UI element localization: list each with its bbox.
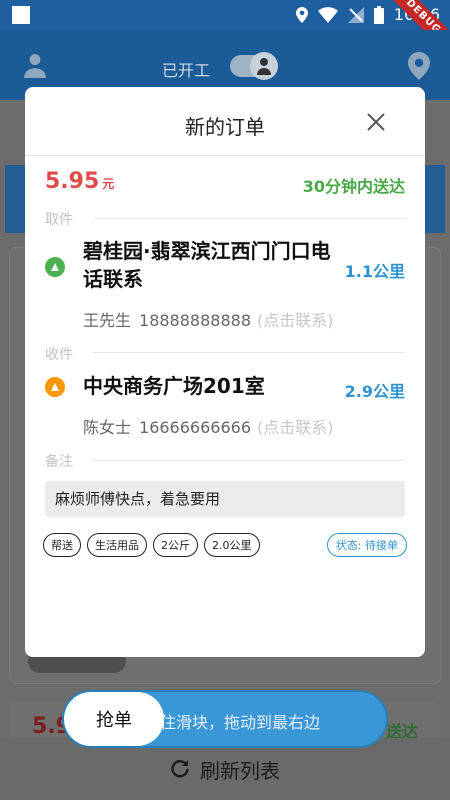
- price-value: 5.95: [45, 169, 100, 194]
- pickup-contact[interactable]: 王先生 18888888888 (点击联系): [83, 307, 334, 331]
- divider: [93, 218, 405, 219]
- work-status-label: 已开工: [162, 61, 211, 80]
- wifi-icon: [317, 6, 338, 23]
- tag-weight: 2公斤: [153, 533, 198, 557]
- divider: [25, 155, 425, 156]
- grab-order-slider[interactable]: 住滑块，拖动到最右边 抢单: [62, 690, 388, 748]
- toggle-knob: [250, 52, 278, 80]
- status-bar: 10:46 DEBUG: [0, 0, 450, 63]
- refresh-label: 刷新列表: [200, 758, 280, 783]
- pickup-contact-hint[interactable]: (点击联系): [257, 311, 334, 330]
- delivery-address: 中央商务广场201室: [83, 374, 265, 398]
- refresh-icon: [171, 760, 189, 778]
- order-tags: 帮送 生活用品 2公斤 2.0公里: [43, 533, 260, 557]
- delivery-distance: 2.9公里: [344, 382, 405, 401]
- slider-hint: 住滑块，拖动到最右边: [160, 713, 321, 732]
- note-section-label: 备注: [45, 454, 73, 470]
- price-unit: 元: [102, 177, 115, 191]
- delivery-contact-hint[interactable]: (点击联系): [257, 418, 334, 437]
- pickup-section-label: 取件: [45, 212, 73, 228]
- pickup-phone[interactable]: 18888888888: [139, 311, 251, 330]
- arrow-up-icon: [51, 383, 59, 391]
- order-price: 5.95 元: [45, 169, 114, 194]
- delivery-eta: 30分钟内送达: [302, 177, 405, 196]
- close-icon[interactable]: [365, 111, 387, 133]
- location-status-icon: [295, 6, 308, 23]
- delivery-section-label: 收件: [45, 347, 73, 363]
- slider-handle-label: 抢单: [96, 710, 132, 731]
- work-status-toggle[interactable]: [230, 52, 278, 80]
- order-status-badge: 状态: 待接单: [326, 533, 407, 557]
- pickup-name: 王先生: [83, 311, 132, 330]
- order-note: 麻烦师傅快点，着急要用: [45, 481, 405, 517]
- delivery-name: 陈女士: [83, 418, 132, 437]
- delivery-marker-icon: [45, 377, 65, 397]
- location-icon[interactable]: [408, 52, 430, 80]
- pickup-distance: 1.1公里: [344, 262, 405, 281]
- delivery-contact[interactable]: 陈女士 16666666666 (点击联系): [83, 414, 334, 438]
- divider: [93, 460, 405, 461]
- tag-service: 帮送: [43, 533, 81, 557]
- delivery-phone[interactable]: 16666666666: [139, 418, 251, 437]
- tag-category: 生活用品: [87, 533, 147, 557]
- new-order-dialog: 新的订单 5.95 元 30分钟内送达 取件 碧桂园·翡翠滨江西门门口电话联系 1…: [25, 87, 425, 657]
- user-icon[interactable]: [22, 52, 48, 78]
- pickup-marker-icon: [45, 257, 65, 277]
- signal-icon: [347, 6, 364, 23]
- divider: [93, 352, 405, 353]
- courier-icon: [257, 58, 271, 75]
- slider-handle[interactable]: 抢单: [64, 692, 164, 746]
- arrow-up-icon: [51, 263, 59, 271]
- pickup-address: 碧桂园·翡翠滨江西门门口电话联系: [83, 239, 331, 291]
- tag-distance: 2.0公里: [204, 533, 260, 557]
- notification-icon: [12, 6, 30, 24]
- battery-icon: [373, 5, 384, 24]
